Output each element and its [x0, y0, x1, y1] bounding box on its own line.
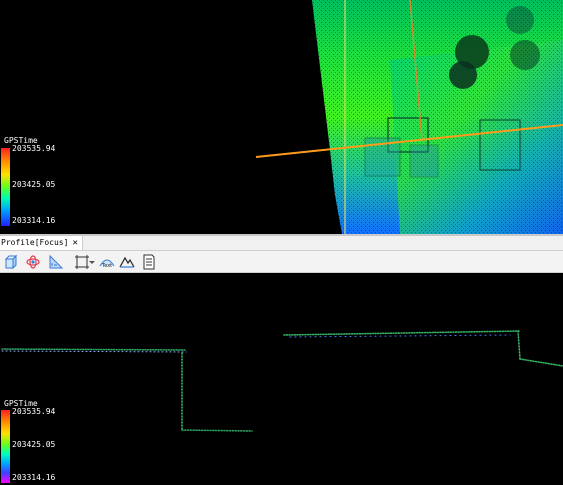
tab-profile-focus[interactable]: Profile[Focus] ✕: [0, 236, 83, 250]
legend-max-value: 203535.94: [12, 144, 56, 153]
point-cloud-canvas: [255, 0, 563, 234]
legend-mid-value: 203425.05: [12, 180, 56, 189]
tree-canopy: [449, 61, 477, 89]
text-icon[interactable]: Text: [97, 252, 116, 271]
cube-view-icon[interactable]: [1, 252, 20, 271]
profile-points: [1, 330, 563, 432]
profile-canvas: [1, 330, 563, 432]
legend-min-value: 203314.16: [12, 216, 56, 225]
color-scale-bar: [1, 148, 10, 226]
point-cloud-3d-view[interactable]: GPSTime 203535.94 203425.05 203314.16: [0, 0, 563, 234]
svg-text:Text: Text: [101, 263, 112, 269]
profile-view[interactable]: GPSTime 203535.94 203425.05 203314.16: [0, 273, 563, 485]
measure-icon[interactable]: [46, 252, 65, 271]
dropdown-arrow-icon[interactable]: [88, 252, 96, 271]
legend-mid-value: 203425.05: [12, 440, 56, 449]
document-icon[interactable]: [139, 252, 158, 271]
terrain-icon[interactable]: [117, 252, 136, 271]
tab-label: Profile[Focus]: [1, 238, 69, 247]
legend-max-value: 203535.94: [12, 407, 56, 416]
legend-min-value: 203314.16: [12, 473, 56, 482]
profile-toolbar: Text: [0, 251, 563, 273]
gpstime-legend: GPSTime 203535.94 203425.05 203314.16: [0, 136, 80, 226]
tab-bar: Profile[Focus] ✕: [0, 236, 563, 251]
gpstime-legend: GPSTime 203535.94 203425.05 203314.16: [0, 399, 80, 485]
close-icon[interactable]: ✕: [72, 236, 77, 250]
color-scale-bar: [1, 410, 10, 483]
orbit-icon[interactable]: [23, 252, 42, 271]
